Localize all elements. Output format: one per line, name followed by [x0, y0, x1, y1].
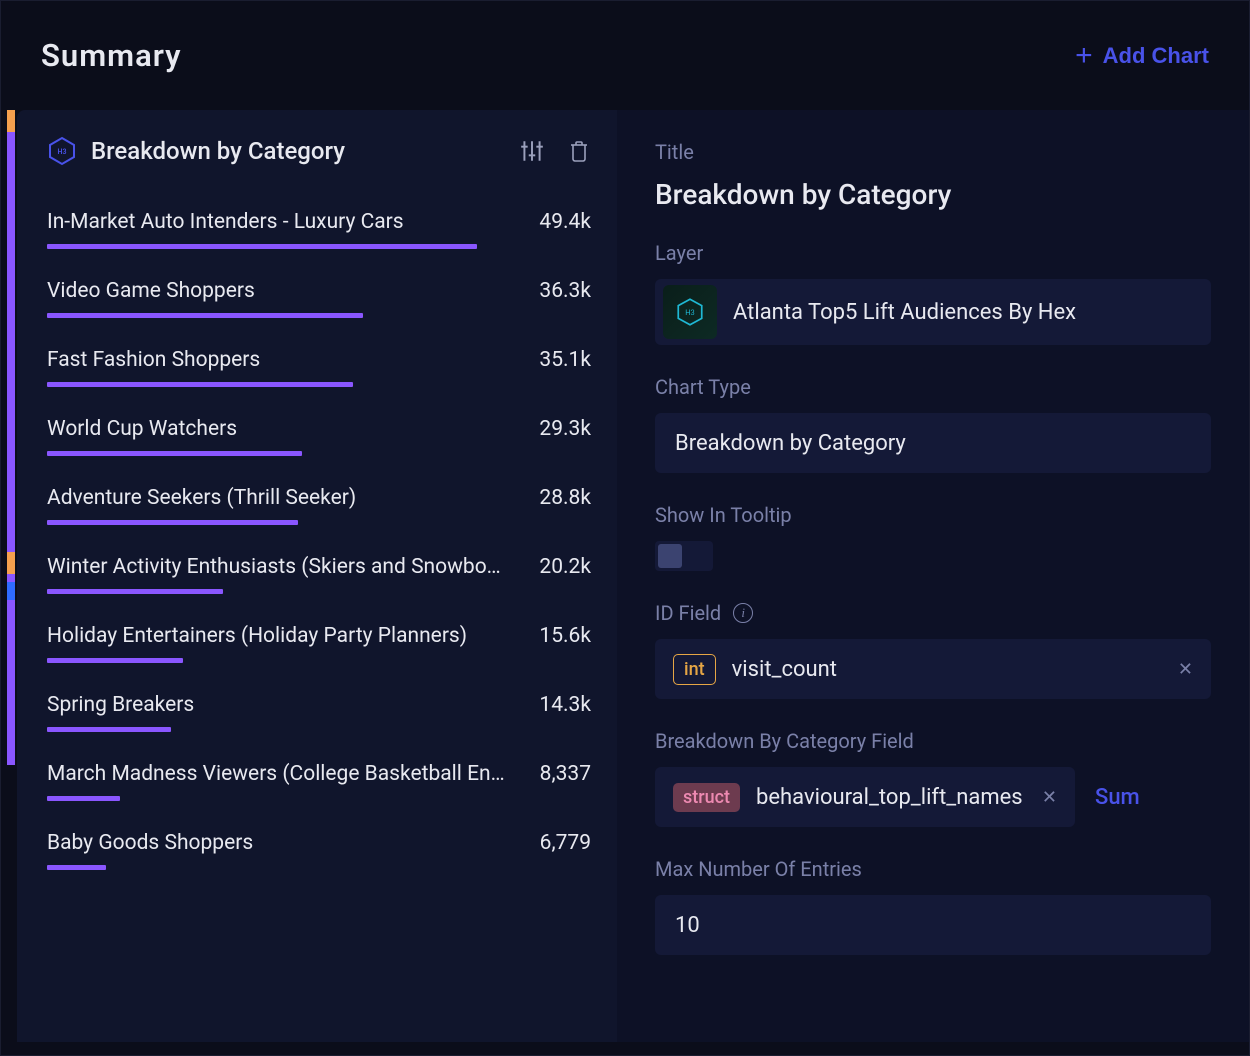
bar-label: March Madness Viewers (College Basketbal… — [47, 762, 507, 786]
config-max-entries: Max Number Of Entries 10 — [655, 857, 1211, 955]
bar-fill — [47, 796, 120, 801]
chart-panel: H3 Breakdown by Category — [17, 110, 617, 1042]
bar-value: 35.1k — [539, 348, 591, 372]
bar-label: Baby Goods Shoppers — [47, 831, 253, 855]
bar-label: Holiday Entertainers (Holiday Party Plan… — [47, 624, 467, 648]
bar-fill — [47, 244, 477, 249]
bar-chart: In-Market Auto Intenders - Luxury Cars 49… — [47, 196, 591, 884]
type-badge-struct: struct — [673, 783, 740, 812]
bar-fill — [47, 658, 183, 663]
bar-row[interactable]: Holiday Entertainers (Holiday Party Plan… — [47, 610, 591, 677]
settings-icon[interactable] — [519, 138, 545, 164]
config-breakdown-field: Breakdown By Category Field struct behav… — [655, 729, 1211, 827]
toggle-knob — [658, 544, 682, 568]
config-title-value[interactable]: Breakdown by Category — [655, 178, 1211, 211]
hex-icon: H3 — [47, 136, 77, 166]
max-entries-value: 10 — [675, 913, 700, 938]
header: Summary + Add Chart — [1, 1, 1249, 98]
chart-actions — [519, 138, 591, 164]
config-show-tooltip: Show In Tooltip — [655, 503, 1211, 571]
sidebar-segment — [7, 110, 15, 132]
bar-row[interactable]: Baby Goods Shoppers 6,779 — [47, 817, 591, 884]
bar-value: 14.3k — [539, 693, 591, 717]
chart-title: Breakdown by Category — [91, 137, 519, 165]
bar-label: Video Game Shoppers — [47, 279, 255, 303]
config-label-chart-type: Chart Type — [655, 375, 1211, 399]
bar-value: 15.6k — [539, 624, 591, 648]
breakdown-field-value: behavioural_top_lift_names — [756, 785, 1026, 810]
bar-row[interactable]: Video Game Shoppers 36.3k — [47, 265, 591, 332]
bar-label: Spring Breakers — [47, 693, 194, 717]
bar-fill — [47, 313, 363, 318]
bar-label: World Cup Watchers — [47, 417, 237, 441]
chart-header: H3 Breakdown by Category — [47, 136, 591, 166]
bar-fill — [47, 451, 302, 456]
type-badge-int: int — [673, 654, 716, 685]
layer-thumbnail: H3 — [663, 285, 717, 339]
config-label-max-entries: Max Number Of Entries — [655, 857, 1211, 881]
id-field-value: visit_count — [732, 657, 1162, 682]
bar-value: 20.2k — [539, 555, 591, 579]
add-chart-label: Add Chart — [1103, 43, 1209, 69]
config-layer: Layer H3 Atlanta Top5 Lift Audiences By … — [655, 241, 1211, 345]
close-icon[interactable]: ✕ — [1042, 787, 1057, 808]
bar-label: Fast Fashion Shoppers — [47, 348, 260, 372]
bar-label: Winter Activity Enthusiasts (Skiers and … — [47, 555, 507, 579]
svg-text:H3: H3 — [58, 148, 67, 156]
chart-type-selector[interactable]: Breakdown by Category — [655, 413, 1211, 473]
layer-value: Atlanta Top5 Lift Audiences By Hex — [733, 300, 1076, 325]
bar-value: 28.8k — [539, 486, 591, 510]
config-title: Title Breakdown by Category — [655, 140, 1211, 211]
config-id-field: ID Field i int visit_count ✕ — [655, 601, 1211, 699]
chart-list-sidebar — [7, 110, 17, 1042]
id-field-selector[interactable]: int visit_count ✕ — [655, 639, 1211, 699]
bar-row[interactable]: Winter Activity Enthusiasts (Skiers and … — [47, 541, 591, 608]
bar-value: 36.3k — [539, 279, 591, 303]
id-field-label-text: ID Field — [655, 601, 721, 625]
sidebar-segment — [7, 582, 15, 600]
bar-fill — [47, 727, 171, 732]
bar-value: 49.4k — [539, 210, 591, 234]
bar-row[interactable]: Adventure Seekers (Thrill Seeker) 28.8k — [47, 472, 591, 539]
sidebar-segment — [7, 552, 15, 574]
sidebar-segment — [7, 110, 15, 765]
svg-text:H3: H3 — [685, 308, 695, 317]
breakdown-field-row: struct behavioural_top_lift_names ✕ Sum — [655, 767, 1211, 827]
config-label-show-tooltip: Show In Tooltip — [655, 503, 1211, 527]
bar-value: 6,779 — [540, 831, 591, 855]
bar-label: Adventure Seekers (Thrill Seeker) — [47, 486, 356, 510]
layer-selector[interactable]: H3 Atlanta Top5 Lift Audiences By Hex — [655, 279, 1211, 345]
plus-icon: + — [1075, 41, 1093, 71]
bar-row[interactable]: Fast Fashion Shoppers 35.1k — [47, 334, 591, 401]
bar-value: 8,337 — [540, 762, 591, 786]
bar-fill — [47, 865, 106, 870]
bar-row[interactable]: In-Market Auto Intenders - Luxury Cars 49… — [47, 196, 591, 263]
bar-fill — [47, 520, 298, 525]
config-label-id-field: ID Field i — [655, 601, 1211, 625]
bar-fill — [47, 589, 223, 594]
bar-value: 29.3k — [539, 417, 591, 441]
add-chart-button[interactable]: + Add Chart — [1075, 41, 1209, 71]
close-icon[interactable]: ✕ — [1178, 659, 1193, 680]
bar-fill — [47, 382, 353, 387]
content: H3 Breakdown by Category — [1, 98, 1249, 1042]
config-label-breakdown-field: Breakdown By Category Field — [655, 729, 1211, 753]
bar-row[interactable]: World Cup Watchers 29.3k — [47, 403, 591, 470]
chart-type-value: Breakdown by Category — [675, 431, 906, 456]
bar-label: In-Market Auto Intenders - Luxury Cars — [47, 210, 404, 234]
trash-icon[interactable] — [567, 139, 591, 163]
page-title: Summary — [41, 37, 182, 74]
config-chart-type: Chart Type Breakdown by Category — [655, 375, 1211, 473]
info-icon[interactable]: i — [733, 603, 753, 623]
show-tooltip-toggle[interactable] — [655, 541, 713, 571]
bar-row[interactable]: Spring Breakers 14.3k — [47, 679, 591, 746]
breakdown-field-selector[interactable]: struct behavioural_top_lift_names ✕ — [655, 767, 1075, 827]
config-label-title: Title — [655, 140, 1211, 164]
max-entries-input[interactable]: 10 — [655, 895, 1211, 955]
aggregation-selector[interactable]: Sum — [1095, 785, 1140, 810]
config-panel: Title Breakdown by Category Layer H3 Atl… — [617, 110, 1249, 1042]
bar-row[interactable]: March Madness Viewers (College Basketbal… — [47, 748, 591, 815]
config-label-layer: Layer — [655, 241, 1211, 265]
